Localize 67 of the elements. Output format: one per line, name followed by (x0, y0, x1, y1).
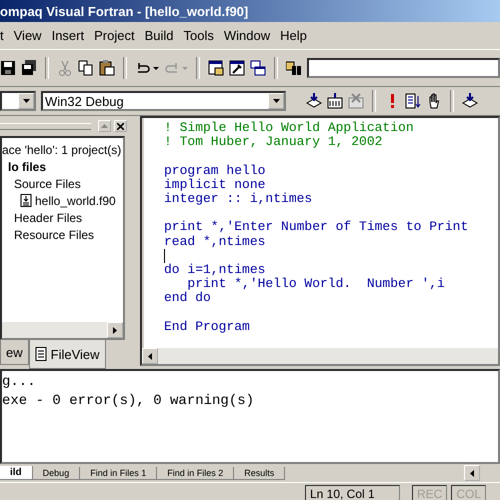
undo-icon[interactable] (135, 60, 159, 76)
window-title: ompaq Visual Fortran - [hello_world.f90] (0, 4, 248, 18)
code-comment: ! Tom Huber, January 1, 2002 (164, 135, 382, 150)
tree-item[interactable]: Source Files (14, 176, 81, 190)
workspace-icon[interactable] (208, 60, 224, 76)
output-line: g... (2, 373, 37, 392)
menu-item[interactable]: Project (94, 28, 135, 43)
menu-item[interactable]: Window (224, 28, 270, 43)
config-combo[interactable]: Win32 Debug (41, 91, 286, 111)
code-editor[interactable] (140, 116, 500, 366)
scroll-left-button[interactable] (142, 348, 158, 364)
code-line: do i=1,ntimes (164, 262, 266, 278)
go-icon[interactable] (405, 93, 421, 109)
output-tab[interactable]: ild (0, 466, 33, 480)
project-combo[interactable] (0, 91, 36, 111)
output-line: exe - 0 error(s), 0 warning(s) (2, 392, 256, 411)
code-line: End Program (164, 320, 250, 334)
panel-tab[interactable]: ew (0, 340, 29, 365)
paste-icon[interactable] (99, 60, 115, 76)
panel-tab[interactable]: FileView (28, 340, 106, 369)
stop-build-icon[interactable] (348, 93, 364, 109)
code-line: integer :: i,ntimes (164, 192, 312, 206)
code-line: print *,'Hello World. Number ',i (186, 277, 445, 292)
code-line: end do (164, 291, 211, 306)
code-comment: ! Simple Hello World Application (164, 121, 414, 136)
save-all-icon[interactable] (21, 60, 37, 76)
compile-icon[interactable] (306, 93, 322, 109)
output-tab[interactable]: Results (234, 466, 286, 480)
document-icon (34, 347, 47, 361)
cursor-position: Ln 10, Col 1 (304, 485, 400, 500)
output-window-icon[interactable] (229, 60, 245, 76)
tree-item[interactable]: Resource Files (14, 228, 94, 242)
copy-icon[interactable] (78, 60, 94, 76)
caret-icon (272, 99, 280, 103)
windows-icon[interactable] (250, 60, 266, 76)
code-line: print *,'Enter Number of Times to Print (164, 220, 468, 235)
code-line: program hello (164, 164, 266, 178)
caret-icon (22, 99, 30, 103)
tree-item[interactable]: ace 'hello': 1 project(s) (2, 142, 122, 156)
triangle-icon (113, 326, 117, 334)
scroll-right-button[interactable] (107, 322, 123, 338)
code-line: implicit none (164, 178, 266, 192)
close-icon (117, 122, 124, 130)
build-icon[interactable] (327, 93, 343, 109)
menu-item[interactable]: View (14, 28, 42, 43)
menu-item[interactable]: Insert (52, 28, 84, 43)
output-tab[interactable]: Find in Files 2 (157, 466, 234, 480)
code-line: read *,ntimes (164, 234, 266, 249)
menu-item[interactable]: Build (144, 28, 174, 43)
tree-item[interactable]: hello_world.f90 (35, 194, 116, 208)
menu-item[interactable]: Help (280, 28, 307, 43)
output-tab[interactable]: Debug (32, 466, 80, 480)
save-icon[interactable] (0, 60, 16, 76)
find-field[interactable] (307, 58, 500, 78)
tree-item[interactable]: lo files (8, 160, 46, 174)
find-in-files-icon[interactable] (286, 60, 302, 76)
scroll-left-button[interactable] (464, 465, 480, 481)
menu-item[interactable]: t (0, 28, 4, 43)
output-tab[interactable]: Find in Files 1 (80, 466, 158, 480)
triangle-icon (148, 352, 152, 360)
document-icon (20, 194, 32, 207)
triangle-icon (101, 124, 108, 128)
tree-item[interactable]: Header Files (14, 210, 82, 224)
close-button[interactable] (114, 120, 127, 132)
triangle-icon (470, 470, 474, 476)
compile-icon[interactable] (462, 93, 478, 109)
menu-item[interactable]: Tools (183, 28, 214, 43)
